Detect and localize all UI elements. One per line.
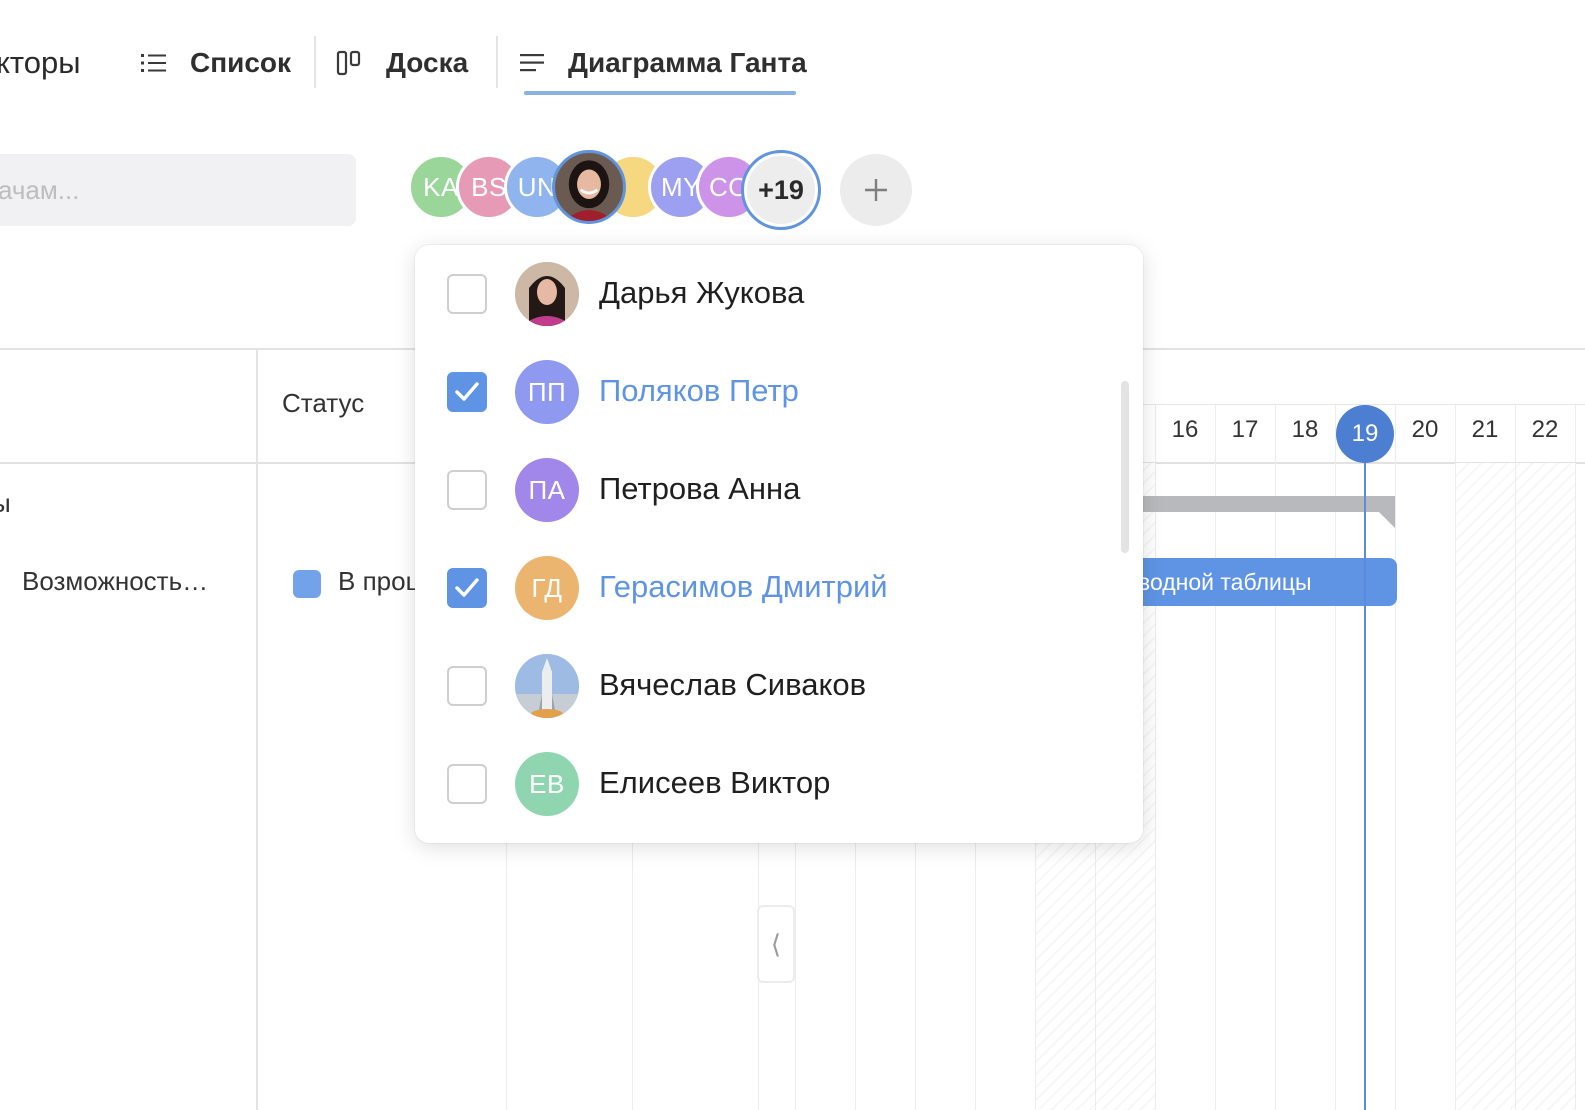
assignee-option-avatar: ЕВ (515, 752, 579, 816)
group-row-label[interactable]: ы (0, 488, 11, 519)
checkmark-icon (455, 578, 479, 597)
assignee-option-name: Вячеслав Сиваков (599, 667, 867, 702)
assignee-avatar-photo[interactable] (552, 150, 626, 224)
task-status[interactable]: В процессе (338, 566, 418, 597)
more-assignees-button[interactable]: +19 (741, 150, 821, 230)
task-name[interactable]: Возможность… (22, 566, 208, 597)
list-icon (140, 49, 168, 77)
tab-board[interactable]: Доска (336, 40, 468, 86)
today-marker-line (1364, 463, 1366, 1110)
tab-gantt[interactable]: Диаграмма Ганта (518, 40, 807, 86)
assignee-checkbox[interactable] (447, 470, 487, 510)
assignee-option-avatar: ПА (515, 458, 579, 522)
checkmark-icon (455, 382, 479, 401)
assignee-option[interactable]: Вячеслав Сиваков (415, 637, 1115, 735)
assignee-option-avatar: ГД (515, 556, 579, 620)
tab-divider (496, 36, 498, 88)
status-indicator (293, 570, 321, 598)
grid-line (506, 843, 507, 1110)
collapse-panel-button[interactable]: ⟨ (757, 905, 795, 983)
assignee-checkbox[interactable] (447, 666, 487, 706)
gantt-icon (518, 49, 546, 77)
grid-line (855, 843, 856, 1110)
assignee-checkbox[interactable] (447, 274, 487, 314)
grid-line (975, 843, 976, 1110)
search-box[interactable] (0, 154, 356, 226)
timeline-day: 18 (1291, 416, 1319, 443)
user-photo-icon (555, 153, 623, 221)
grid-line (1095, 843, 1096, 1110)
group-bar-end-marker (1379, 512, 1395, 528)
assignee-option-avatar (515, 262, 579, 326)
assignee-option[interactable]: ПП Поляков Петр (415, 343, 1115, 441)
grid-line (1515, 404, 1516, 1110)
assignee-checkbox-checked[interactable] (447, 372, 487, 412)
grid-line (1575, 404, 1576, 1110)
assignee-option[interactable]: ЕВ Елисеев Виктор (415, 735, 1115, 833)
group-summary-bar[interactable] (1100, 496, 1395, 512)
grid-line (1455, 404, 1456, 1110)
grid-line (1395, 404, 1396, 1110)
assignee-option-name: Елисеев Виктор (599, 765, 831, 800)
search-input[interactable] (0, 154, 356, 226)
tab-list-label: Список (190, 47, 292, 78)
assignee-option-name: Дарья Жукова (599, 275, 805, 310)
timeline-day: 16 (1171, 416, 1199, 443)
timeline-day: 20 (1411, 416, 1439, 443)
grid-line (632, 843, 633, 1110)
timeline-day: 17 (1231, 416, 1259, 443)
assignee-option-name: Герасимов Дмитрий (599, 569, 888, 604)
assignee-filter-dropdown: Дарья Жукова ПП Поляков Петр ПА Петрова … (415, 245, 1143, 843)
tab-gantt-label: Диаграмма Ганта (568, 47, 807, 78)
timeline-day: 22 (1531, 416, 1559, 443)
tab-board-label: Доска (386, 47, 469, 78)
tab-list[interactable]: Список (140, 40, 291, 86)
user-photo-icon (515, 262, 579, 326)
assignee-option-name: Поляков Петр (599, 373, 799, 408)
dropdown-scrollbar[interactable] (1121, 381, 1129, 553)
tab-divider (314, 36, 316, 88)
status-column-header[interactable]: Статус (282, 388, 364, 419)
board-icon (336, 49, 364, 77)
active-tab-indicator (524, 91, 796, 95)
timeline-today: 19 (1336, 405, 1394, 463)
assignee-checkbox-checked[interactable] (447, 568, 487, 608)
gantt-view: кторы Список Доска Диаграмма Ганта ачам.… (0, 0, 1585, 1110)
assignee-option-avatar (515, 654, 579, 718)
task-bar[interactable]: водной таблицы (1100, 558, 1397, 606)
grid-line (915, 843, 916, 1110)
chevron-left-icon: ⟨ (770, 928, 782, 959)
timeline-day: 21 (1471, 416, 1499, 443)
grid-line (1035, 843, 1036, 1110)
assignee-option-name: Петрова Анна (599, 471, 801, 506)
column-divider (256, 348, 258, 1110)
grid-line (795, 843, 796, 1110)
assignee-option[interactable]: Дарья Жукова (415, 245, 1115, 343)
rocket-photo-icon (515, 654, 579, 718)
assignee-option[interactable]: ПА Петрова Анна (415, 441, 1115, 539)
assignee-option[interactable]: ГД Герасимов Дмитрий (415, 539, 1115, 637)
plus-icon (865, 179, 887, 201)
assignee-option-avatar: ПП (515, 360, 579, 424)
add-assignee-button[interactable] (840, 154, 912, 226)
tab-projects-partial[interactable]: кторы (0, 40, 81, 86)
assignee-checkbox[interactable] (447, 764, 487, 804)
